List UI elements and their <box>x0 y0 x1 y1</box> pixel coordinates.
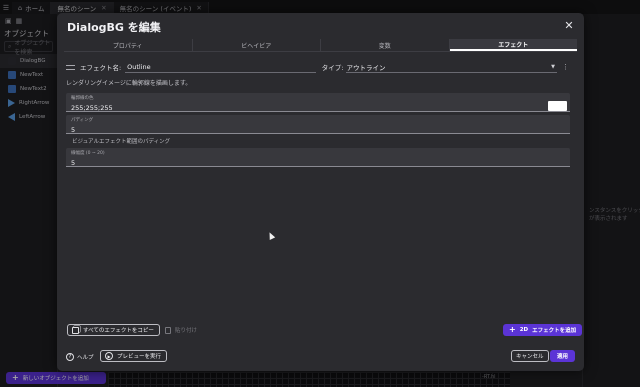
tab-behaviors[interactable]: ビヘイビア <box>193 39 321 51</box>
add-effect-button[interactable]: + 2D エフェクトを追加 <box>503 324 583 336</box>
effect-name-label: エフェクト名: <box>79 64 122 72</box>
cancel-button[interactable]: キャンセル <box>511 350 549 362</box>
effect-header-row: エフェクト名: Outline タイプ: アウトライン ▼ ⋮ <box>66 61 569 73</box>
run-preview-button[interactable]: ▶ プレビューを実行 <box>100 350 168 362</box>
dialog-title: DialogBG を編集 <box>67 21 161 34</box>
help-button[interactable]: ? ヘルプ <box>66 351 94 363</box>
tab-effects[interactable]: エフェクト <box>449 39 577 51</box>
help-icon: ? <box>66 353 74 361</box>
outline-color-field[interactable]: 輪郭線の色 255;255;255 <box>66 93 570 112</box>
color-swatch[interactable] <box>548 101 567 111</box>
thickness-field[interactable]: 線幅度 (0 ~ 20) 5 <box>66 148 570 167</box>
chevron-down-icon: ▼ <box>551 63 555 70</box>
more-options-icon[interactable]: ⋮ <box>562 63 569 71</box>
tab-variables[interactable]: 変数 <box>321 39 450 51</box>
copy-all-effects-button[interactable]: すべてのエフェクトをコピー <box>67 324 160 336</box>
edit-object-dialog: DialogBG を編集 ✕ プロパティ ビヘイビア 変数 エフェクト エフェク… <box>57 13 584 371</box>
padding-section-label: ビジュアルエフェクト範囲のパディング <box>72 139 171 145</box>
paste-button[interactable]: 貼り付け <box>161 324 201 336</box>
effect-type-select[interactable]: アウトライン ▼ <box>345 62 557 73</box>
plus-icon: + <box>509 325 516 334</box>
effect-description: レンダリングイメージに輪郭線を描画します。 <box>66 80 192 87</box>
drag-handle-icon[interactable] <box>66 64 75 70</box>
effect-type-label: タイプ: <box>321 64 344 72</box>
paste-icon <box>165 326 171 334</box>
copy-icon <box>72 326 79 334</box>
padding-field[interactable]: パディング 5 <box>66 115 570 134</box>
play-icon: ▶ <box>105 352 113 360</box>
tab-properties[interactable]: プロパティ <box>64 39 193 51</box>
effect-name-input[interactable]: Outline <box>125 62 316 73</box>
close-icon[interactable]: ✕ <box>563 19 575 32</box>
apply-button[interactable]: 適用 <box>550 350 576 362</box>
dialog-tabs: プロパティ ビヘイビア 変数 エフェクト <box>64 39 577 52</box>
